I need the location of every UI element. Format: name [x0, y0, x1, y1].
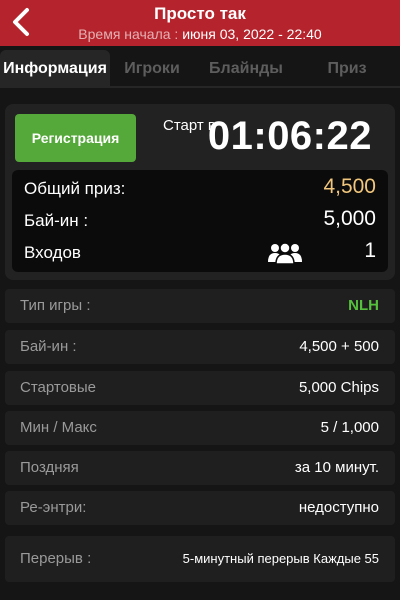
prize-row: Общий приз: 4,500	[24, 175, 376, 201]
detail-key: Бай-ин :	[20, 338, 77, 355]
detail-value: NLH	[348, 297, 379, 314]
detail-value: 5 / 1,000	[320, 419, 379, 436]
tab-bar: Информация Игроки Блайнды Приз	[0, 46, 400, 88]
start-time: Время начала : июня 03, 2022 - 22:40	[0, 26, 400, 42]
detail-key: Перерыв :	[20, 550, 92, 567]
detail-key: Стартовые	[20, 379, 97, 396]
people-icon	[268, 242, 302, 264]
detail-row-game-type: Тип игры : NLH	[5, 289, 395, 323]
buyin-row: Бай-ин : 5,000	[24, 207, 376, 233]
detail-key: Ре-энтри:	[20, 499, 87, 516]
detail-value: недоступно	[298, 499, 379, 516]
detail-row-break: Перерыв : 5-минутный перерыв Каждые 55	[5, 536, 395, 582]
top-bar: Просто так Время начала : июня 03, 2022 …	[0, 0, 400, 46]
tab-info[interactable]: Информация	[0, 50, 110, 88]
prize-label: Общий приз:	[24, 179, 126, 198]
detail-row-min-max: Мин / Макс 5 / 1,000	[5, 411, 395, 445]
entries-label: Входов	[24, 243, 81, 262]
page-title: Просто так	[154, 4, 246, 23]
detail-row-reentry: Ре-энтри: недоступно	[5, 491, 395, 525]
detail-value: 5,000 Chips	[298, 379, 379, 396]
detail-value: 5-минутный перерыв Каждые 55	[182, 551, 379, 566]
buyin-label: Бай-ин :	[24, 211, 89, 230]
entries-value: 1	[364, 239, 376, 262]
prize-value: 4,500	[323, 175, 376, 198]
start-time-value: июня 03, 2022 - 22:40	[182, 26, 322, 42]
buyin-value: 5,000	[323, 207, 376, 230]
detail-row-buyin: Бай-ин : 4,500 + 500	[5, 330, 395, 364]
tab-divider	[0, 86, 400, 88]
detail-row-starting-stack: Стартовые 5,000 Chips	[5, 371, 395, 405]
tab-prize[interactable]: Приз	[300, 50, 394, 88]
start-time-label: Время начала :	[78, 26, 179, 42]
tab-players[interactable]: Игроки	[110, 50, 194, 88]
countdown-timer: 01:06:22	[207, 114, 372, 158]
detail-key: Тип игры :	[20, 297, 91, 314]
summary-box: Общий приз: 4,500 Бай-ин : 5,000 Входов …	[12, 170, 388, 272]
detail-row-late-registration: Поздняя за 10 минут.	[5, 451, 395, 485]
detail-key: Поздняя	[20, 459, 79, 476]
entries-row: Входов 1	[24, 239, 376, 265]
register-button[interactable]: Регистрация	[15, 114, 136, 162]
detail-value: за 10 минут.	[294, 459, 379, 476]
tournament-panel: Регистрация Старт в 01:06:22 Общий приз:…	[5, 104, 395, 280]
detail-value: 4,500 + 500	[299, 338, 379, 355]
tab-blinds[interactable]: Блайнды	[196, 50, 296, 88]
detail-key: Мин / Макс	[20, 419, 97, 436]
